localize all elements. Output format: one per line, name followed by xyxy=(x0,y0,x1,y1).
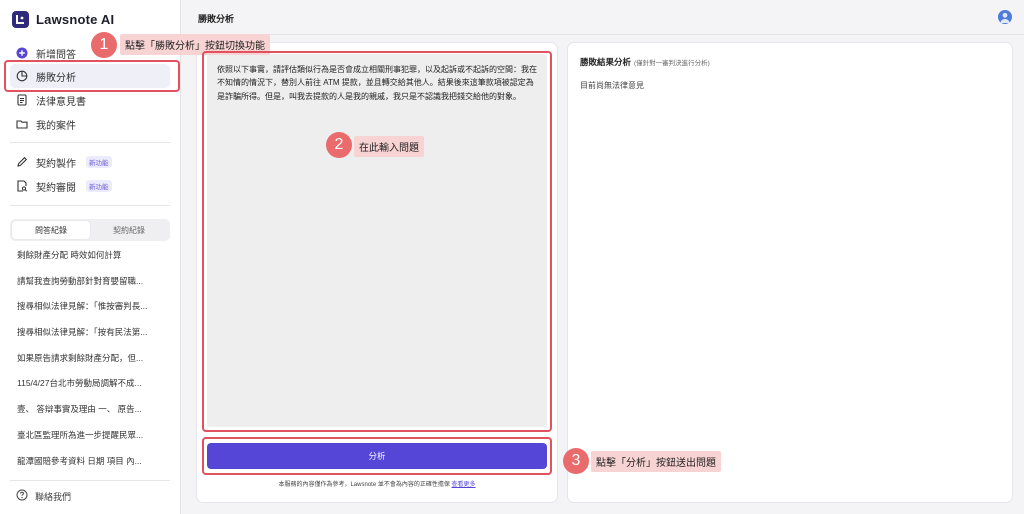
folder-icon xyxy=(16,118,28,130)
nav-label: 法律意見書 xyxy=(36,96,86,108)
contact-us-button[interactable]: 聯絡我們 xyxy=(16,489,71,503)
nav-contract-review[interactable]: 契約審閱 新功能 xyxy=(10,174,170,198)
see-more-link[interactable]: 查看更多 xyxy=(452,482,476,488)
nav-label: 新增問答 xyxy=(36,49,76,61)
history-item[interactable]: 剩餘財產分配 時效如何計算 xyxy=(17,247,167,273)
help-circle-icon xyxy=(16,489,28,503)
sidebar-divider xyxy=(10,480,170,481)
history-item[interactable]: 壹、 答辯事實及理由 一、 原告... xyxy=(17,401,167,427)
top-bar: 勝敗分析 xyxy=(182,0,1024,35)
history-item[interactable]: 搜尋相似法律見解：「按有民法第... xyxy=(17,324,167,350)
tab-qa-history[interactable]: 問答紀錄 xyxy=(12,221,90,239)
tab-contract-history[interactable]: 契約紀錄 xyxy=(90,221,168,239)
result-subtitle: (僅針對一審判決進行分析) xyxy=(634,60,710,67)
nav-label: 契約製作 xyxy=(36,158,76,170)
doc-search-icon xyxy=(16,180,28,192)
highlight-box-1 xyxy=(4,60,180,92)
result-panel xyxy=(567,42,1013,503)
page-title: 勝敗分析 xyxy=(198,14,235,24)
brand[interactable]: Lawsnote AI xyxy=(12,11,114,28)
app-name: Lawsnote AI xyxy=(36,12,115,27)
disclaimer: 本服務的內容僅作為參考，Lawsnote 並不會為內容的正確性擔保 查看更多 xyxy=(196,479,558,488)
avatar[interactable] xyxy=(998,10,1012,24)
result-title: 勝敗結果分析 (僅針對一審判決進行分析) xyxy=(580,56,710,68)
new-feature-badge: 新功能 xyxy=(86,180,112,192)
highlight-box-2 xyxy=(202,51,552,432)
lawsnote-logo-icon xyxy=(12,11,29,28)
history-item[interactable]: 龍潭國賠參考資料 日期 項目 內... xyxy=(17,453,167,479)
pen-icon xyxy=(16,156,28,168)
history-item[interactable]: 115/4/27台北市勞動局調解不成... xyxy=(17,375,167,401)
plus-circle-icon xyxy=(16,47,28,59)
nav-label: 我的案件 xyxy=(36,120,76,132)
disclaimer-text: 本服務的內容僅作為參考，Lawsnote 並不會為內容的正確性擔保 xyxy=(278,482,450,488)
history-item[interactable]: 請幫我查詢勞動部針對育嬰留職... xyxy=(17,273,167,299)
contact-label: 聯絡我們 xyxy=(35,491,72,502)
nav-contract-drafting[interactable]: 契約製作 新功能 xyxy=(10,150,170,174)
callout-step-3: 點擊「分析」按鈕送出問題 xyxy=(591,451,721,472)
user-icon xyxy=(1000,12,1010,23)
highlight-box-3 xyxy=(202,437,552,475)
sidebar-divider xyxy=(10,205,170,206)
step-number-1: 1 xyxy=(91,32,117,58)
nav-label: 契約審閱 xyxy=(36,182,76,194)
result-title-text: 勝敗結果分析 xyxy=(580,57,632,67)
step-number-3: 3 xyxy=(563,448,589,474)
history-tabs: 問答紀錄 契約紀錄 xyxy=(10,219,170,241)
new-feature-badge: 新功能 xyxy=(86,156,112,168)
result-empty-message: 目前尚無法律意見 xyxy=(580,81,644,90)
document-icon xyxy=(16,94,28,106)
callout-step-2: 在此輸入問題 xyxy=(354,136,424,157)
history-list: 剩餘財產分配 時效如何計算 請幫我查詢勞動部針對育嬰留職... 搜尋相似法律見解… xyxy=(17,247,167,478)
history-item[interactable]: 臺北區監理所為進一步提醒民眾... xyxy=(17,427,167,453)
sidebar-divider xyxy=(10,142,170,143)
history-item[interactable]: 如果原告請求剩餘財產分配，但... xyxy=(17,350,167,376)
history-item[interactable]: 搜尋相似法律見解：「惟按審判長... xyxy=(17,298,167,324)
step-number-2: 2 xyxy=(326,132,352,158)
nav-my-cases[interactable]: 我的案件 xyxy=(10,112,170,136)
